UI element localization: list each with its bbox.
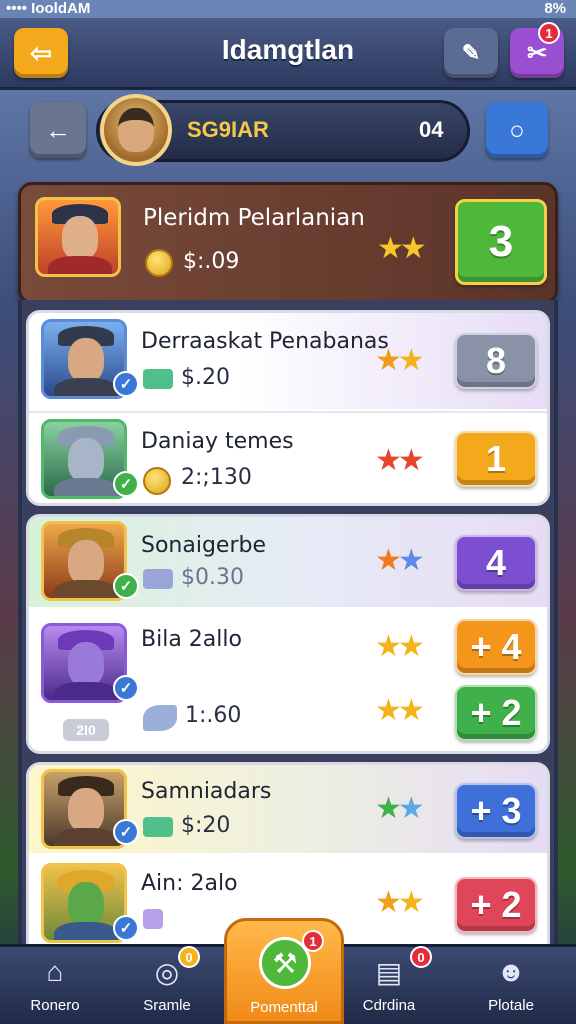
featured-name: Pleridm Pelarlanian	[143, 205, 365, 231]
nav-label: Pomenttal	[250, 999, 318, 1016]
check-icon: ✓	[113, 471, 139, 497]
featured-level-badge[interactable]: 3	[455, 199, 547, 285]
info-button[interactable]: ○	[486, 102, 548, 158]
star-rating-icon: ★★	[377, 232, 427, 265]
item-name: Bila 2allo	[141, 627, 242, 652]
hero-body	[48, 256, 112, 274]
nav-active-tab[interactable]: ⚒ Pomenttal	[224, 918, 344, 1024]
star-rating-icon: ★★	[375, 694, 425, 727]
check-icon: ✓	[113, 675, 139, 701]
list-item[interactable]: ✓ Sonaigerbe $0.30 ★★ 4	[29, 517, 547, 607]
level-badge[interactable]: + 2	[455, 877, 537, 933]
avatar-face	[118, 108, 154, 152]
gem-icon	[143, 569, 173, 589]
hero-head	[68, 338, 104, 382]
coin-icon	[143, 467, 171, 495]
list-item[interactable]: ✓ Daniay temes 2:;130 ★★ 1	[29, 411, 547, 503]
nav-label: Ronero	[30, 997, 80, 1014]
gem-icon	[143, 909, 163, 929]
gem-icon	[143, 705, 177, 731]
battery-level: 8%	[544, 0, 566, 17]
check-icon: ✓	[113, 371, 139, 397]
hero-head	[68, 540, 104, 584]
nav-count-badge: 0	[178, 946, 200, 968]
list-item[interactable]: ✓ Samniadars $:20 ★★ + 3	[29, 765, 547, 853]
person-icon: ☻	[496, 956, 526, 987]
star-rating-icon: ★★	[375, 792, 425, 825]
nav-label: Cdrdina	[362, 997, 416, 1014]
home-icon: ⌂	[46, 956, 64, 987]
list-group: ✓ Sonaigerbe $0.30 ★★ 4 ✓ 2I0 Bila 2allo…	[26, 514, 550, 754]
item-value: $:20	[181, 813, 231, 838]
status-time: •••• IooldAM	[6, 0, 91, 17]
hero-head	[68, 882, 104, 926]
level-badge[interactable]: 1	[455, 431, 537, 487]
pencil-icon: ✎	[461, 40, 481, 65]
star-rating-icon: ★★	[375, 444, 425, 477]
coin-icon	[145, 249, 173, 277]
item-name: Derraaskat Penabanas	[141, 329, 389, 354]
featured-card[interactable]: Pleridm Pelarlanian $:.09 ★★ 3	[18, 182, 558, 304]
check-icon: ✓	[113, 819, 139, 845]
item-name: Daniay temes	[141, 429, 294, 454]
gem-icon	[143, 369, 173, 389]
ring-icon: ○	[509, 114, 525, 145]
hero-head	[62, 216, 98, 260]
item-name: Ain: 2alo	[141, 871, 238, 896]
arrow-left-icon: ⇦	[30, 37, 52, 68]
return-button[interactable]: ←	[30, 102, 86, 158]
hero-body	[54, 580, 118, 598]
item-value: $0.30	[181, 565, 244, 590]
list-item[interactable]: ✓ 2I0 Bila 2allo 1:.60 ★★ + 4 ★★ + 2	[29, 609, 547, 751]
hero-body	[54, 378, 118, 396]
level-badge[interactable]: + 2	[455, 685, 537, 741]
star-rating-icon: ★★	[375, 544, 425, 577]
nav-count-badge: 1	[302, 930, 324, 952]
nav-profile[interactable]: ☻ Plotale	[456, 955, 566, 1014]
check-icon: ✓	[113, 573, 139, 599]
hero-body	[54, 682, 118, 700]
level-badge[interactable]: + 4	[455, 619, 537, 675]
notification-badge: 1	[538, 22, 560, 44]
hero-head	[68, 788, 104, 832]
gem-icon	[143, 817, 173, 837]
nav-sample[interactable]: ◎ Sramle	[112, 955, 222, 1015]
hero-head	[68, 438, 104, 482]
item-value: 2:;130	[181, 465, 252, 490]
star-rating-icon: ★★	[375, 630, 425, 663]
nav-home[interactable]: ⌂ Ronero	[0, 955, 110, 1014]
list-item[interactable]: ✓ Derraaskat Penabanas $.20 ★★ 8	[29, 313, 547, 409]
item-name: Samniadars	[141, 779, 272, 804]
item-name: Sonaigerbe	[141, 533, 267, 558]
nav-count-badge: 0	[410, 946, 432, 968]
featured-value: $:.09	[183, 249, 240, 274]
hero-head	[68, 642, 104, 686]
list-group: ✓ Derraaskat Penabanas $.20 ★★ 8 ✓ Dania…	[26, 310, 550, 506]
item-value: 1:.60	[185, 703, 242, 728]
level-badge[interactable]: 4	[455, 535, 537, 591]
star-rating-icon: ★★	[375, 886, 425, 919]
level-badge[interactable]: + 3	[455, 783, 537, 839]
hero-body	[54, 922, 118, 940]
level-tag: 2I0	[63, 719, 109, 741]
edit-button[interactable]: ✎	[444, 28, 498, 78]
nav-label: Plotale	[488, 997, 534, 1014]
level-badge[interactable]: 8	[455, 333, 537, 389]
hero-body	[54, 478, 118, 496]
hero-body	[54, 828, 118, 846]
page-title: Idamgtlan	[221, 34, 355, 65]
arrow-left-icon: ←	[45, 114, 71, 145]
check-icon: ✓	[113, 915, 139, 941]
status-bar: •••• IooldAM 8%	[0, 0, 576, 18]
back-button[interactable]: ⇦	[14, 28, 68, 78]
player-avatar[interactable]	[100, 94, 172, 166]
player-name: SG9IAR	[187, 117, 269, 142]
player-score: 04	[419, 117, 444, 142]
nav-label: Sramle	[143, 997, 191, 1014]
star-rating-icon: ★★	[375, 344, 425, 377]
item-value: $.20	[181, 365, 230, 390]
hero-portrait	[35, 197, 121, 277]
card-icon: ▤	[375, 956, 403, 988]
top-bar: ⇦ Idamgtlan ✎ ✂ 1	[0, 18, 576, 90]
